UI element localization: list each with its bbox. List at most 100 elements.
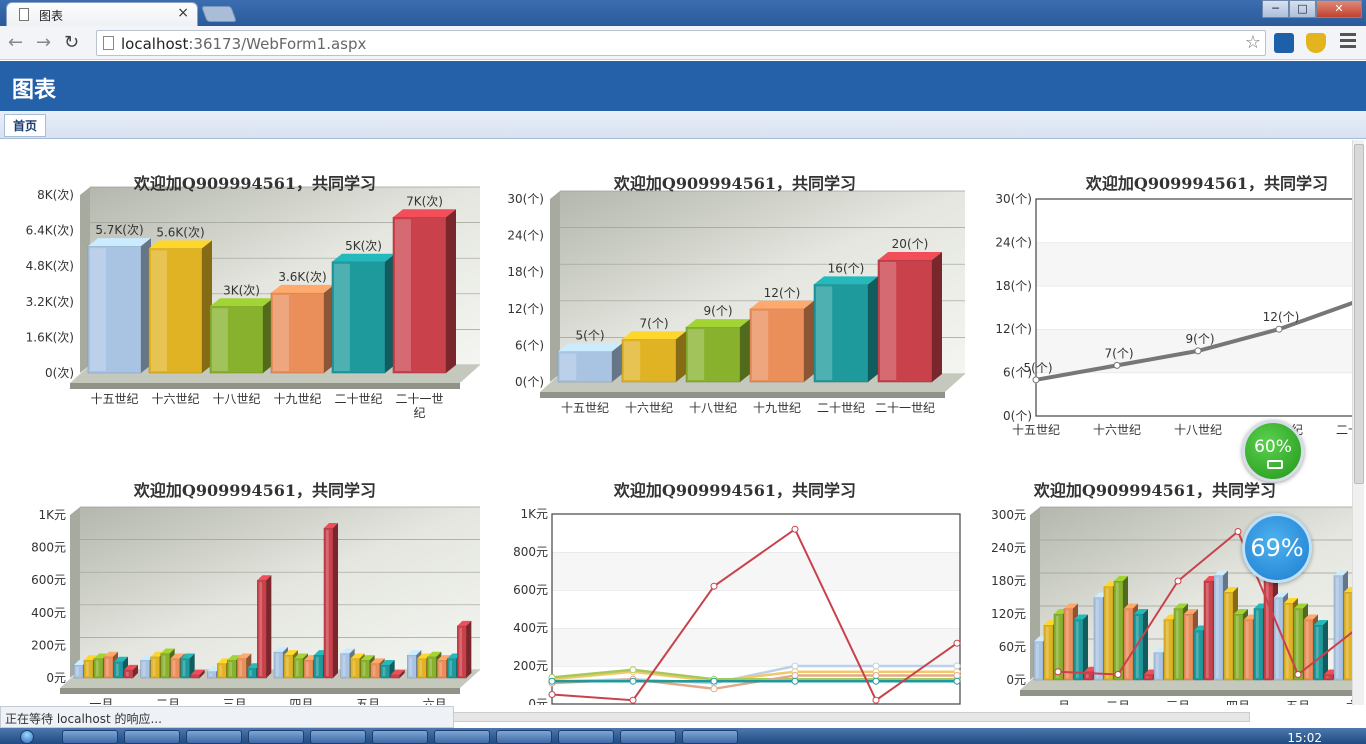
- y-tick-label: 18(个): [507, 265, 544, 279]
- bar-shine: [560, 353, 577, 380]
- plot-floor-edge: [540, 392, 945, 398]
- taskbar-app-4[interactable]: [248, 730, 304, 744]
- x-tick-label: 二十世纪: [817, 401, 865, 415]
- forward-icon[interactable]: →: [36, 32, 51, 53]
- bar-shine: [429, 658, 433, 676]
- bar-shine: [1046, 627, 1049, 678]
- scrollbar-thumb[interactable]: [1354, 144, 1364, 484]
- taskbar-app-9[interactable]: [558, 730, 614, 744]
- window-controls: ─ □ ✕: [1262, 0, 1362, 18]
- y-tick-label: 600元: [513, 583, 548, 597]
- browser-tab[interactable]: 图表 ×: [6, 2, 198, 26]
- y-tick-label: 0(个): [1003, 409, 1032, 423]
- taskbar-app-11[interactable]: [682, 730, 738, 744]
- taskbar-app-6[interactable]: [372, 730, 428, 744]
- bar-shine: [1066, 610, 1069, 678]
- bar-side: [1143, 609, 1148, 680]
- status-bar: 正在等待 localhost 的响应...: [0, 706, 454, 728]
- close-window-button[interactable]: ✕: [1316, 0, 1362, 18]
- url-text[interactable]: localhost:36173/WebForm1.aspx: [121, 35, 366, 53]
- chart-4: 欢迎加Q909994561，共同学习 0元 200元 400元 600元 800元 1K元…: [20, 473, 490, 705]
- chart-6: 欢迎加Q909994561，共同学习 0元 60元 120元 180元 240元 300元…: [980, 473, 1352, 705]
- taskbar-app-2[interactable]: [124, 730, 180, 744]
- back-icon[interactable]: ←: [8, 32, 23, 53]
- data-point: [953, 639, 961, 647]
- data-point: [791, 662, 799, 670]
- bar-shine: [1216, 577, 1219, 678]
- x-tick-label: 三月: [1166, 699, 1190, 705]
- tab-close-icon[interactable]: ×: [177, 5, 189, 21]
- bookmark-star-icon[interactable]: ☆: [1245, 32, 1261, 53]
- bar: [190, 674, 200, 679]
- y-tick-label: 0元: [46, 671, 66, 685]
- memory-widget[interactable]: 69%: [1242, 513, 1312, 583]
- data-point: [872, 696, 880, 704]
- chart-2: 欢迎加Q909994561，共同学习 0(个) 6(个) 12(个) 18(个) 24(…: [500, 166, 970, 466]
- data-label: 5(个): [576, 329, 605, 343]
- y-tick-label: 24(个): [507, 229, 544, 243]
- page-header: 图表: [0, 61, 1366, 111]
- menu-icon[interactable]: [1340, 33, 1356, 51]
- vertical-scrollbar[interactable]: [1352, 140, 1364, 705]
- horizontal-scrollbar[interactable]: [450, 712, 1250, 722]
- data-label: 7(个): [640, 316, 669, 330]
- address-bar[interactable]: localhost:36173/WebForm1.aspx ☆: [96, 30, 1266, 56]
- bar-shine: [172, 660, 176, 676]
- y-tick-label: 30(个): [507, 192, 544, 206]
- plot-band: [1036, 199, 1352, 243]
- x-tick-label: 五月: [1286, 699, 1310, 705]
- x-tick-label: 十五世纪: [561, 401, 609, 415]
- chart-title: 欢迎加Q909994561，共同学习: [133, 481, 377, 500]
- battery-widget[interactable]: 60%: [1242, 420, 1304, 482]
- y-tick-label: 1K元: [520, 507, 548, 521]
- y-tick-label: 4.8K(次): [26, 259, 74, 273]
- taskbar-app-7[interactable]: [434, 730, 490, 744]
- overlay-point: [1054, 668, 1062, 676]
- data-point: [710, 582, 718, 590]
- maximize-button[interactable]: □: [1289, 0, 1316, 18]
- y-tick-label: 600元: [31, 573, 66, 587]
- minimize-button[interactable]: ─: [1262, 0, 1289, 18]
- x-tick-label: 六月: [423, 697, 447, 705]
- bar-shine: [409, 657, 413, 676]
- chart-title: 欢迎加Q909994561，共同学习: [1085, 174, 1329, 193]
- start-button[interactable]: [20, 730, 34, 744]
- x-tick-label: 十八世纪: [1174, 423, 1222, 437]
- bar-shine: [273, 294, 289, 371]
- tab-title: 图表: [39, 9, 64, 23]
- x-tick-label: 十九世纪: [753, 401, 801, 415]
- data-point: [629, 677, 637, 685]
- plot-floor-edge: [1020, 690, 1352, 696]
- data-point: [1032, 376, 1040, 384]
- shield-extension-icon[interactable]: [1306, 33, 1326, 53]
- bar-shine: [1276, 599, 1279, 678]
- plot-side-wall: [70, 507, 80, 678]
- nav-home-link[interactable]: 首页: [4, 114, 47, 137]
- chart-5: 欢迎加Q909994561，共同学习 0元 200元 400元 600元 800元 1K元…: [500, 473, 970, 705]
- bar-top: [332, 253, 395, 262]
- taskbar-app-10[interactable]: [620, 730, 676, 744]
- data-label: 9(个): [1186, 332, 1215, 346]
- taskbar-app-1[interactable]: [62, 730, 118, 744]
- x-tick-label: 纪: [413, 406, 425, 420]
- taskbar-app-8[interactable]: [496, 730, 552, 744]
- extension-icon[interactable]: [1274, 33, 1294, 53]
- taskbar-app-5[interactable]: [310, 730, 366, 744]
- taskbar-app-3[interactable]: [186, 730, 242, 744]
- plot-band: [552, 628, 960, 666]
- bar-shine: [249, 670, 253, 676]
- bar-shine: [152, 658, 156, 676]
- y-tick-label: 800元: [31, 541, 66, 555]
- reload-icon[interactable]: ↻: [64, 32, 79, 53]
- data-label: 12(个): [764, 286, 801, 300]
- data-label: 5.7K(次): [95, 223, 143, 237]
- overlay-point: [1174, 577, 1182, 585]
- new-tab-button[interactable]: [201, 6, 237, 22]
- y-tick-label: 60元: [999, 640, 1026, 654]
- data-point: [1113, 361, 1121, 369]
- overlay-point: [1114, 671, 1122, 678]
- data-label: 7K(次): [406, 194, 443, 208]
- bar-top: [558, 343, 622, 352]
- y-tick-label: 30(个): [995, 192, 1032, 206]
- bar-side: [266, 575, 272, 678]
